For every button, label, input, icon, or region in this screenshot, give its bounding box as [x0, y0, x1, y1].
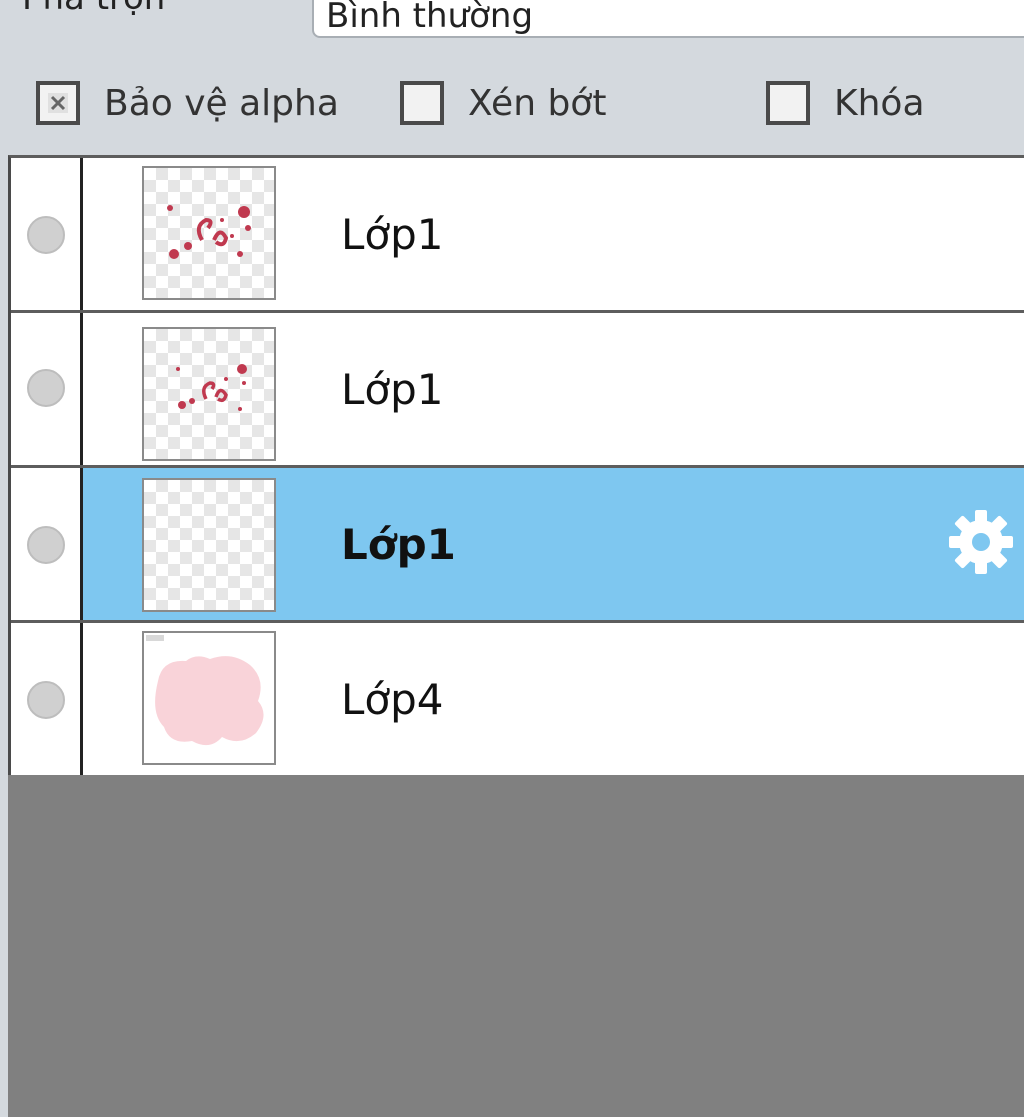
- pink-blob-thumbnail-icon: [146, 635, 264, 746]
- layer-name: Lớp1: [341, 210, 444, 259]
- visibility-column: [11, 158, 83, 310]
- layer-thumbnail: [142, 166, 276, 300]
- layer-row-body[interactable]: Lớp4: [83, 623, 1024, 775]
- layer-name: Lớp1: [341, 365, 444, 414]
- layer-thumbnail: [142, 478, 276, 612]
- layer-row-body[interactable]: Lớp1: [83, 158, 1024, 310]
- red-sketch-thumbnail-icon: [176, 364, 247, 411]
- alpha-protect-checkbox[interactable]: [36, 81, 80, 125]
- clipping-label: Xén bớt: [468, 83, 607, 124]
- lock-checkbox[interactable]: [766, 81, 810, 125]
- layer-name: Lớp1: [341, 520, 456, 569]
- clipping-checkbox[interactable]: [400, 81, 444, 125]
- checkmark-x-icon: [48, 93, 68, 113]
- blend-mode-dropdown[interactable]: Bình thường: [312, 0, 1024, 38]
- visibility-dot-icon[interactable]: [27, 216, 65, 254]
- layer-list-empty-area: [8, 775, 1024, 1117]
- layer-thumbnail: [142, 631, 276, 765]
- visibility-column: [11, 468, 83, 620]
- visibility-column: [11, 623, 83, 775]
- layer-row[interactable]: Lớp1: [11, 313, 1024, 468]
- layer-thumbnail: [142, 327, 276, 461]
- blend-mode-value: Bình thường: [326, 0, 534, 36]
- lock-label: Khóa: [834, 83, 925, 124]
- visibility-dot-icon[interactable]: [27, 526, 65, 564]
- visibility-column: [11, 313, 83, 465]
- layer-row-body[interactable]: Lớp1: [83, 313, 1024, 465]
- alpha-protect-label: Bảo vệ alpha: [104, 83, 339, 124]
- layer-options-row: Bảo vệ alpha Xén bớt Khóa: [0, 55, 1024, 155]
- blend-mode-label: Pha trộn: [22, 0, 165, 18]
- gear-icon[interactable]: [945, 506, 1017, 578]
- visibility-dot-icon[interactable]: [27, 681, 65, 719]
- layer-row[interactable]: Lớp1: [11, 158, 1024, 313]
- layer-row-selected[interactable]: Lớp1: [11, 468, 1024, 623]
- layer-row-body[interactable]: Lớp1: [83, 468, 1024, 620]
- layer-list: Lớp1 Lớp1 Lớp1 Lớp4: [8, 155, 1024, 778]
- blend-mode-row: Pha trộn Bình thường: [0, 0, 1024, 55]
- visibility-dot-icon[interactable]: [27, 369, 65, 407]
- layer-row[interactable]: Lớp4: [11, 623, 1024, 778]
- red-sketch-thumbnail-icon: [167, 205, 251, 259]
- layer-name: Lớp4: [341, 675, 444, 724]
